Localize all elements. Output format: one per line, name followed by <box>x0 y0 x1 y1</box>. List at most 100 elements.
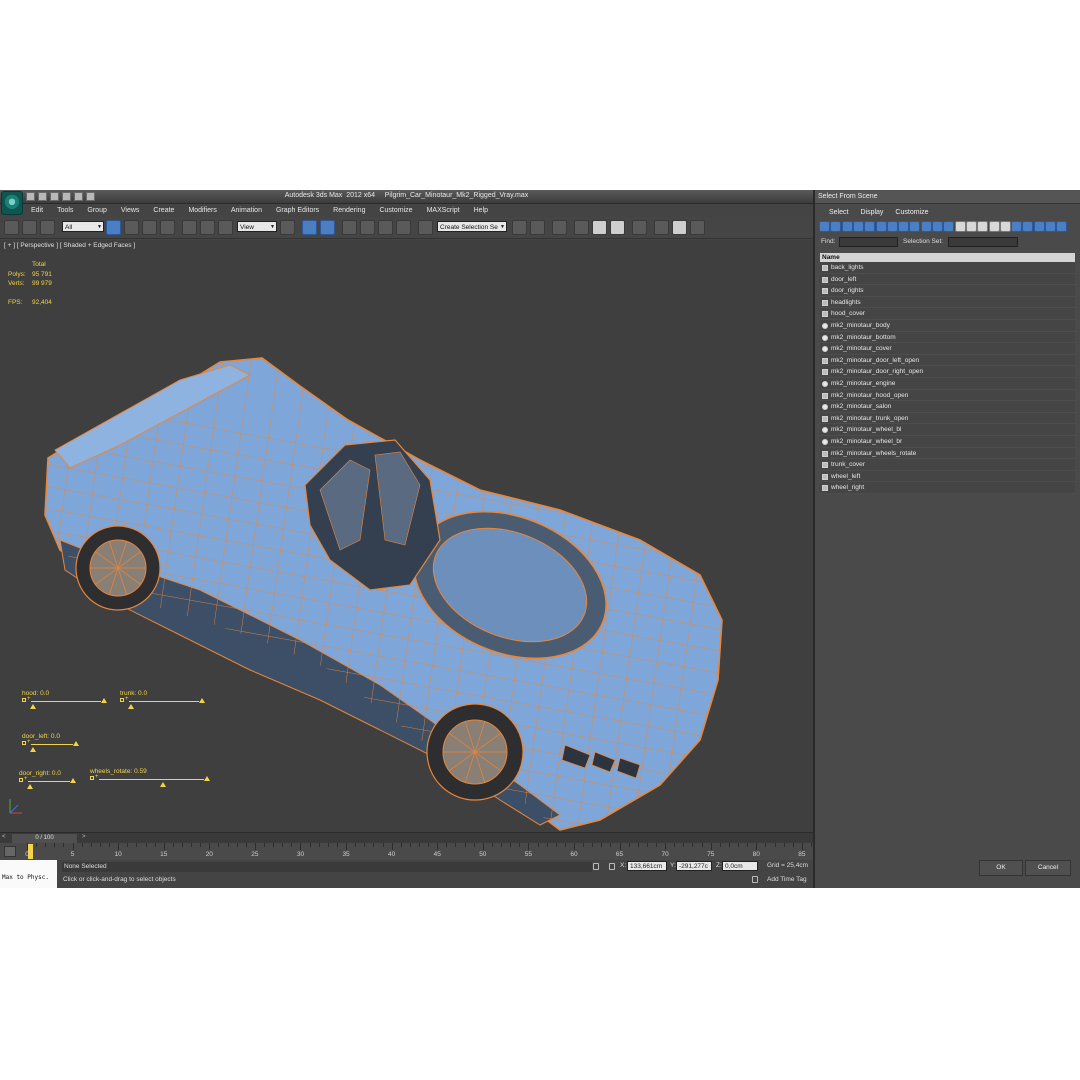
menu-graph-editors[interactable]: Graph Editors <box>269 205 326 216</box>
time-next-button[interactable]: > <box>82 834 86 840</box>
align-icon[interactable] <box>530 220 545 235</box>
material-editor-icon[interactable] <box>632 220 647 235</box>
pivot-center-icon[interactable] <box>280 220 295 235</box>
list-item[interactable]: wheel_right <box>820 482 1075 494</box>
list-item[interactable]: mk2_minotaur_engine <box>820 377 1075 390</box>
list-item[interactable]: trunk_cover <box>820 459 1075 471</box>
menu-customize[interactable]: Customize <box>372 205 419 216</box>
list-item[interactable]: door_left <box>820 273 1075 286</box>
display-geometry-icon[interactable] <box>819 221 830 232</box>
find-case-icon[interactable] <box>1033 221 1045 232</box>
graphite-ribbon-icon[interactable] <box>574 220 589 235</box>
undo-icon[interactable] <box>62 192 71 201</box>
scale-icon[interactable] <box>218 220 233 235</box>
menu-rendering[interactable]: Rendering <box>326 205 372 216</box>
select-by-name-icon[interactable] <box>124 220 139 235</box>
unlink-icon[interactable] <box>22 220 37 235</box>
selection-set-dropdown[interactable] <box>948 237 1018 247</box>
hood-slider[interactable]: hood: 0.0 + <box>22 690 107 709</box>
list-item[interactable]: mk2_minotaur_cover <box>820 343 1075 355</box>
maxscript-listener-mini[interactable]: Max to Physc. <box>0 860 57 888</box>
selection-lock-icon[interactable] <box>593 863 599 870</box>
menu-modifiers[interactable]: Modifiers <box>181 205 223 216</box>
bind-space-warp-icon[interactable] <box>40 220 55 235</box>
find-input[interactable] <box>839 237 898 247</box>
track-bar[interactable]: 0 5 10 15 20 25 30 35 40 45 50 55 60 65 70 75 80 85 <box>0 843 813 860</box>
slider-key-icon[interactable] <box>90 776 94 780</box>
display-lights-icon[interactable] <box>841 221 853 232</box>
list-item[interactable]: mk2_minotaur_bottom <box>820 331 1075 344</box>
selection-filter-dropdown[interactable]: All ▼ <box>62 221 104 232</box>
z-coordinate-field[interactable]: 0,0cm <box>722 861 758 871</box>
display-all-icon[interactable] <box>920 221 932 232</box>
slider-thumb[interactable] <box>30 704 36 709</box>
list-item[interactable]: mk2_minotaur_door_left_open <box>820 354 1075 367</box>
ok-button[interactable]: OK <box>979 860 1023 876</box>
door-left-slider[interactable]: door_left: 0.0 + <box>22 733 79 752</box>
display-none-icon[interactable] <box>932 221 943 232</box>
display-shapes-icon[interactable] <box>830 221 842 232</box>
rotate-icon[interactable] <box>200 220 215 235</box>
list-item[interactable]: hood_cover <box>820 308 1075 320</box>
keyboard-shortcut-override-icon[interactable] <box>320 220 335 235</box>
list-item[interactable]: mk2_minotaur_trunk_open <box>820 412 1075 425</box>
display-spacewarps-icon[interactable] <box>875 221 887 232</box>
list-item[interactable]: mk2_minotaur_door_right_open <box>820 366 1075 378</box>
x-coordinate-field[interactable]: 133,661cm <box>627 861 667 871</box>
schematic-view-icon[interactable] <box>610 220 625 235</box>
slider-track[interactable] <box>31 744 73 745</box>
dialog-menu-select[interactable]: Select <box>823 207 854 218</box>
menu-edit[interactable]: Edit <box>24 205 50 216</box>
select-all-icon[interactable] <box>954 221 966 232</box>
select-object-icon[interactable] <box>106 220 121 235</box>
time-prev-button[interactable]: < <box>2 834 6 840</box>
move-icon[interactable] <box>182 220 197 235</box>
cancel-button[interactable]: Cancel <box>1025 860 1071 876</box>
y-coordinate-field[interactable]: -291,277c <box>676 861 712 871</box>
edit-named-selection-icon[interactable] <box>418 220 433 235</box>
toggle-columns-icon[interactable] <box>1011 221 1023 232</box>
time-slider-thumb[interactable]: 0 / 100 <box>12 834 77 843</box>
percent-snap-icon[interactable] <box>378 220 393 235</box>
named-selection-set-dropdown[interactable]: Create Selection Se ▼ <box>437 221 507 232</box>
perspective-viewport[interactable]: [ + ] [ Perspective ] [ Shaded + Edged F… <box>0 240 813 832</box>
menu-animation[interactable]: Animation <box>224 205 269 216</box>
link-icon[interactable] <box>4 220 19 235</box>
trunk-slider[interactable]: trunk: 0.0 + <box>120 690 205 709</box>
mini-curve-editor-icon[interactable] <box>4 846 16 857</box>
layer-manager-icon[interactable] <box>552 220 567 235</box>
window-crossing-icon[interactable] <box>160 220 175 235</box>
angle-snap-icon[interactable] <box>360 220 375 235</box>
display-bones-icon[interactable] <box>909 221 921 232</box>
list-item[interactable]: mk2_minotaur_wheel_bl <box>820 424 1075 436</box>
viewport-label[interactable]: [ + ] [ Perspective ] [ Shaded + Edged F… <box>4 242 135 249</box>
rectangular-selection-icon[interactable] <box>142 220 157 235</box>
slider-thumb[interactable] <box>30 747 36 752</box>
car-wireframe-model[interactable] <box>0 240 813 832</box>
snaps-toggle-icon[interactable] <box>342 220 357 235</box>
menu-views[interactable]: Views <box>114 205 147 216</box>
select-none-icon[interactable] <box>965 221 977 232</box>
invert-display-icon[interactable] <box>943 221 955 232</box>
redo-icon[interactable] <box>74 192 83 201</box>
list-item[interactable]: back_lights <box>820 262 1075 274</box>
slider-track[interactable] <box>129 701 199 702</box>
time-tag-icon[interactable] <box>752 876 758 883</box>
slider-thumb[interactable] <box>27 784 33 789</box>
list-item[interactable]: mk2_minotaur_body <box>820 319 1075 332</box>
wheels-rotate-slider[interactable]: wheels_rotate: 0.59 + <box>90 768 210 787</box>
list-item[interactable]: door_rights <box>820 285 1075 297</box>
display-groups-icon[interactable] <box>886 221 898 232</box>
slider-key-icon[interactable] <box>120 698 124 702</box>
list-item[interactable]: mk2_minotaur_hood_open <box>820 389 1075 402</box>
slider-key-icon[interactable] <box>22 741 26 745</box>
app-logo-icon[interactable] <box>1 191 23 215</box>
menu-group[interactable]: Group <box>80 205 113 216</box>
display-xrefs-icon[interactable] <box>898 221 910 232</box>
reference-coordinate-dropdown[interactable]: View ▼ <box>237 221 277 232</box>
menu-tools[interactable]: Tools <box>50 205 80 216</box>
slider-track[interactable] <box>99 779 204 780</box>
list-item[interactable]: mk2_minotaur_wheels_rotate <box>820 447 1075 460</box>
filter-icon[interactable] <box>1045 221 1056 232</box>
mirror-icon[interactable] <box>512 220 527 235</box>
